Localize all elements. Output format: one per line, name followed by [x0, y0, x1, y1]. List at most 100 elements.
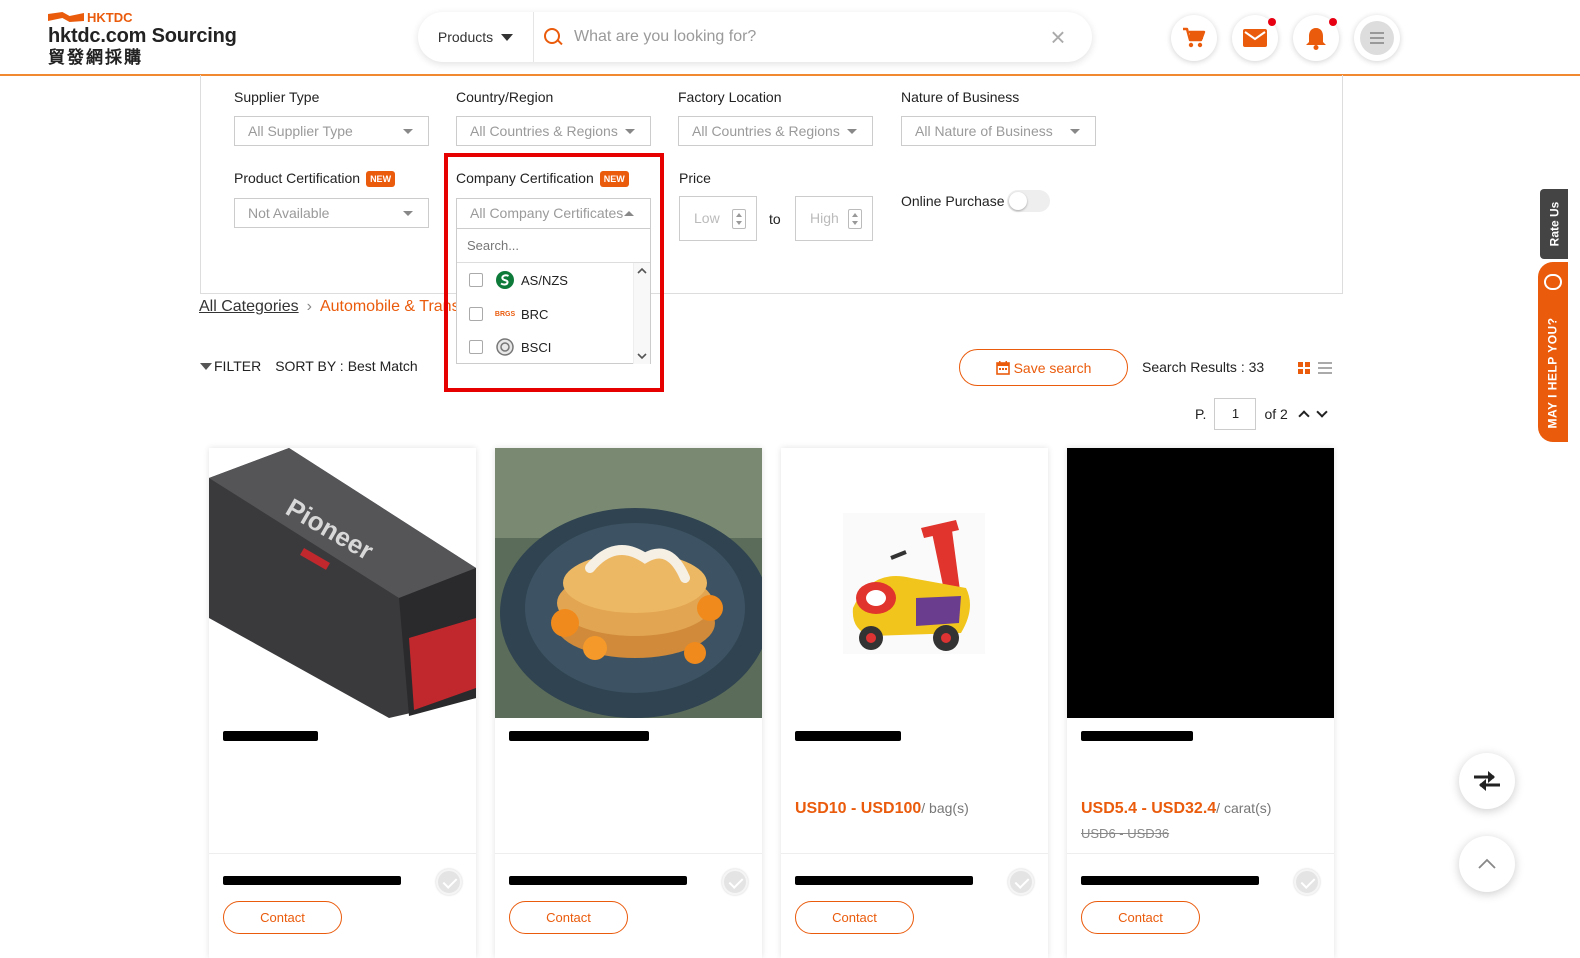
product-card[interactable]: USD10 - USD100/ bag(s) Contact	[781, 448, 1048, 958]
product-title[interactable]	[223, 731, 318, 741]
search-input[interactable]	[574, 28, 1038, 46]
stepper-icon[interactable]	[732, 209, 746, 229]
sort-select[interactable]: Best Match	[348, 358, 418, 374]
chevron-up-icon	[624, 211, 634, 216]
dropdown-scrollbar[interactable]	[633, 263, 650, 364]
mail-icon	[1243, 29, 1267, 47]
menu-button[interactable]	[1354, 15, 1400, 61]
chevron-down-icon	[625, 129, 635, 134]
search-category-select[interactable]: Products	[418, 12, 534, 62]
supplier-type-select[interactable]: All Supplier Type	[234, 116, 429, 146]
cert-option-brc[interactable]: BRGS BRC	[469, 303, 548, 325]
product-price: USD5.4 - USD32.4/ carat(s)	[1081, 800, 1272, 817]
chevron-up-icon[interactable]	[1298, 410, 1310, 422]
chevron-down-icon	[637, 353, 647, 360]
verified-icon	[436, 869, 462, 895]
chevron-down-icon	[1070, 129, 1080, 134]
chevron-right-icon: ›	[306, 298, 312, 315]
chevron-down-icon	[403, 211, 413, 216]
price-high-input[interactable]: High	[795, 196, 873, 241]
logo-main: hktdc.com Sourcing	[48, 25, 237, 47]
cert-option-bsci[interactable]: BSCI	[469, 336, 551, 358]
divider	[209, 853, 476, 854]
save-search-button[interactable]: Save search	[959, 349, 1128, 386]
chevron-down-icon	[847, 129, 857, 134]
product-title[interactable]	[1081, 731, 1193, 741]
contact-button[interactable]: Contact	[509, 901, 628, 934]
rate-us-tab[interactable]: Rate Us	[1540, 189, 1568, 259]
product-title[interactable]	[509, 731, 649, 741]
nature-business-select[interactable]: All Nature of Business	[901, 116, 1096, 146]
supplier-name[interactable]	[795, 876, 973, 885]
compare-button[interactable]	[1459, 753, 1515, 809]
chevron-down-icon[interactable]	[1316, 406, 1328, 418]
verified-icon	[722, 869, 748, 895]
grid-view-icon[interactable]	[1298, 362, 1310, 374]
contact-button[interactable]: Contact	[795, 901, 914, 934]
company-cert-dropdown: All Company Certificates Search... AS/NZ…	[456, 198, 651, 364]
pagination: P. 1 of 2	[1195, 398, 1328, 430]
checkbox[interactable]	[469, 273, 483, 287]
nature-business-label: Nature of Business	[901, 89, 1020, 105]
verified-icon	[1294, 869, 1320, 895]
product-image[interactable]	[1067, 448, 1334, 718]
product-title[interactable]	[795, 731, 901, 741]
divider	[1067, 853, 1334, 854]
hktdc-logo[interactable]: HKTDC hktdc.com Sourcing 貿發網採購	[48, 10, 258, 70]
chevron-up-icon	[637, 267, 647, 274]
supplier-name[interactable]	[1081, 876, 1259, 885]
search-icon	[544, 28, 562, 46]
factory-location-select[interactable]: All Countries & Regions	[678, 116, 873, 146]
product-image[interactable]	[495, 448, 762, 718]
messages-button[interactable]	[1232, 15, 1278, 61]
logo-top: HKTDC	[48, 10, 258, 25]
checkbox[interactable]	[469, 307, 483, 321]
notifications-button[interactable]	[1293, 15, 1339, 61]
search-results-count: Search Results : 33	[1142, 359, 1265, 375]
cart-button[interactable]	[1171, 15, 1217, 61]
product-card[interactable]: Contact	[495, 448, 762, 958]
contact-button[interactable]: Contact	[1081, 901, 1200, 934]
bell-icon	[1306, 28, 1326, 50]
page-number-input[interactable]: 1	[1214, 398, 1257, 430]
company-cert-select[interactable]: All Company Certificates	[457, 199, 650, 229]
country-region-select[interactable]: All Countries & Regions	[456, 116, 651, 146]
product-card[interactable]: USD5.4 - USD32.4/ carat(s) USD6 - USD36 …	[1067, 448, 1334, 958]
logo-chinese: 貿發網採購	[48, 48, 143, 67]
online-purchase-toggle[interactable]	[1007, 190, 1050, 212]
breadcrumb: All Categories › Automobile & Trans	[199, 298, 460, 316]
list-view-icon[interactable]	[1318, 362, 1332, 374]
notification-dot	[1268, 18, 1276, 26]
product-card[interactable]: Pioneer Contact	[209, 448, 476, 958]
calendar-save-icon	[995, 360, 1010, 375]
stepper-icon[interactable]	[848, 209, 862, 229]
compare-arrows-icon	[1474, 771, 1500, 791]
breadcrumb-current[interactable]: Automobile & Trans	[320, 298, 460, 316]
product-image[interactable]	[781, 448, 1048, 718]
contact-button[interactable]: Contact	[223, 901, 342, 934]
menu-icon	[1360, 21, 1394, 55]
company-cert-label: Company Certification NEW	[456, 170, 629, 188]
filter-icon	[200, 362, 212, 370]
product-image[interactable]: Pioneer	[209, 448, 476, 718]
chevron-up-icon	[1478, 858, 1496, 869]
checkbox[interactable]	[469, 340, 483, 354]
search-bar: Products ×	[418, 12, 1092, 62]
page-total: of 2	[1264, 406, 1288, 422]
cert-option-asnzs[interactable]: AS/NZS	[469, 269, 568, 291]
product-price: USD10 - USD100/ bag(s)	[795, 800, 969, 817]
supplier-name[interactable]	[509, 876, 687, 885]
back-to-top-button[interactable]	[1459, 836, 1515, 892]
brc-logo-icon: BRGS	[494, 310, 516, 318]
product-cert-select[interactable]: Not Available	[234, 198, 429, 228]
price-low-input[interactable]: Low	[679, 196, 757, 241]
close-icon[interactable]: ×	[1038, 24, 1078, 50]
help-tab[interactable]: MAY I HELP YOU?	[1538, 262, 1568, 442]
notification-dot	[1329, 18, 1337, 26]
price-to-label: to	[769, 211, 781, 227]
company-cert-search-input[interactable]: Search...	[457, 229, 650, 263]
breadcrumb-root[interactable]: All Categories	[199, 298, 299, 316]
supplier-name[interactable]	[223, 876, 401, 885]
page-prefix: P.	[1195, 406, 1207, 422]
filter-button[interactable]: FILTER	[214, 358, 261, 374]
